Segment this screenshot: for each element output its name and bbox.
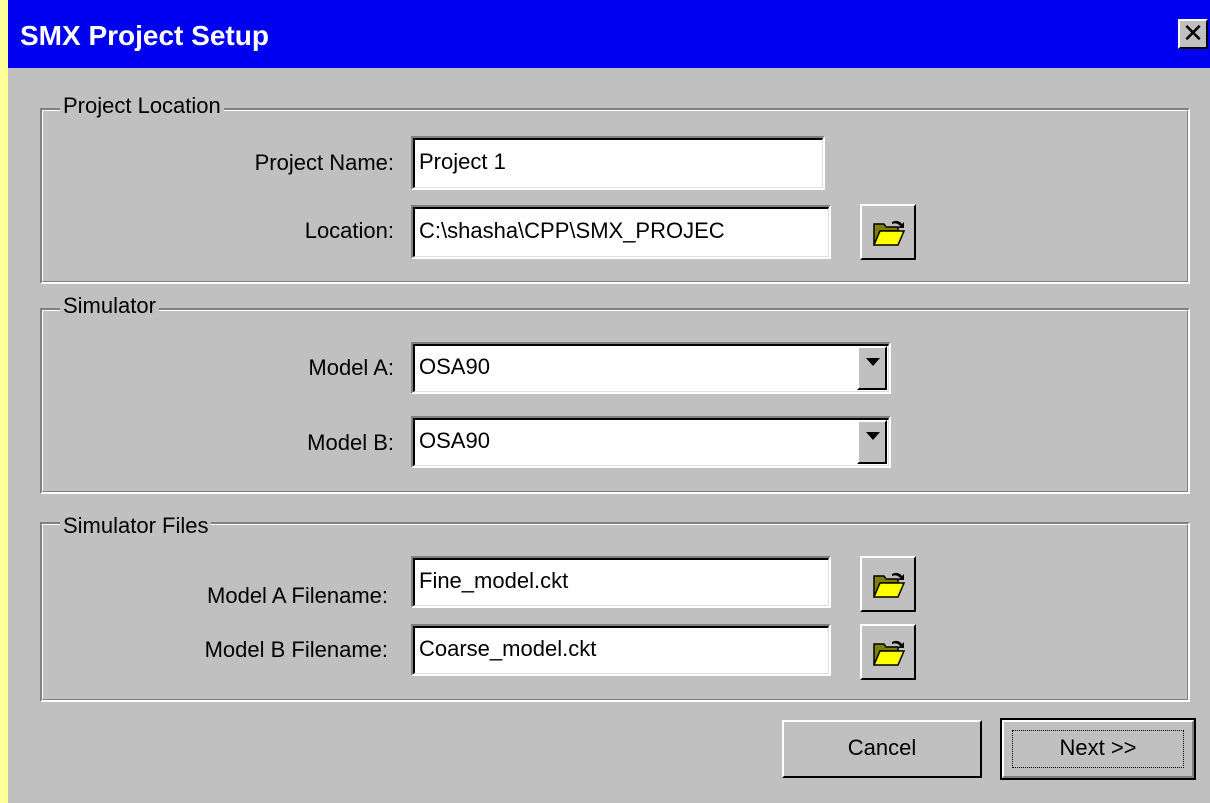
close-button[interactable]: ✕	[1178, 19, 1208, 49]
next-button[interactable]: Next >>	[1000, 718, 1196, 780]
simulator-files-legend: Simulator Files	[60, 514, 212, 538]
folder-open-icon	[872, 572, 906, 598]
close-icon: ✕	[1182, 18, 1204, 48]
location-field[interactable]: C:\shasha\CPP\SMX_PROJEC	[411, 205, 831, 259]
smx-project-setup-dialog: SMX Project Setup ✕ Project Location Pro…	[8, 0, 1210, 803]
model-b-filename-label: Model B Filename:	[204, 637, 388, 662]
folder-open-icon	[872, 640, 906, 666]
model-a-value: OSA90	[413, 344, 889, 392]
model-b-label: Model B:	[307, 430, 394, 455]
model-a-label: Model A:	[308, 355, 394, 380]
title-bar[interactable]: SMX Project Setup ✕	[8, 0, 1210, 68]
model-b-filename-value: Coarse_model.ckt	[413, 626, 829, 674]
next-button-label: Next >>	[1059, 735, 1137, 760]
model-a-filename-label: Model A Filename:	[207, 583, 388, 608]
chevron-down-icon	[866, 432, 880, 440]
model-b-filename-browse-button[interactable]	[860, 624, 916, 680]
model-a-filename-field[interactable]: Fine_model.ckt	[411, 556, 831, 608]
simulator-legend: Simulator	[60, 294, 159, 318]
model-b-filename-field[interactable]: Coarse_model.ckt	[411, 624, 831, 676]
model-a-filename-browse-button[interactable]	[860, 556, 916, 612]
model-b-dropdown-button[interactable]	[857, 420, 887, 464]
cancel-button[interactable]: Cancel	[782, 720, 982, 778]
window-title: SMX Project Setup	[20, 20, 269, 51]
project-name-field[interactable]: Project 1	[411, 136, 825, 190]
location-label: Location:	[304, 218, 394, 243]
cancel-button-label: Cancel	[847, 735, 917, 760]
location-value: C:\shasha\CPP\SMX_PROJEC	[413, 207, 829, 257]
model-a-dropdown-button[interactable]	[857, 346, 887, 390]
location-browse-button[interactable]	[860, 204, 916, 260]
project-name-label: Project Name:	[254, 150, 394, 175]
model-b-select[interactable]: OSA90	[411, 416, 891, 468]
folder-open-icon	[872, 220, 906, 246]
model-a-select[interactable]: OSA90	[411, 342, 891, 394]
model-b-value: OSA90	[413, 418, 889, 466]
project-location-legend: Project Location	[60, 94, 224, 118]
project-name-value: Project 1	[413, 138, 823, 188]
model-a-filename-value: Fine_model.ckt	[413, 558, 829, 606]
chevron-down-icon	[866, 358, 880, 366]
next-button-bevel: Next >>	[1002, 720, 1194, 778]
